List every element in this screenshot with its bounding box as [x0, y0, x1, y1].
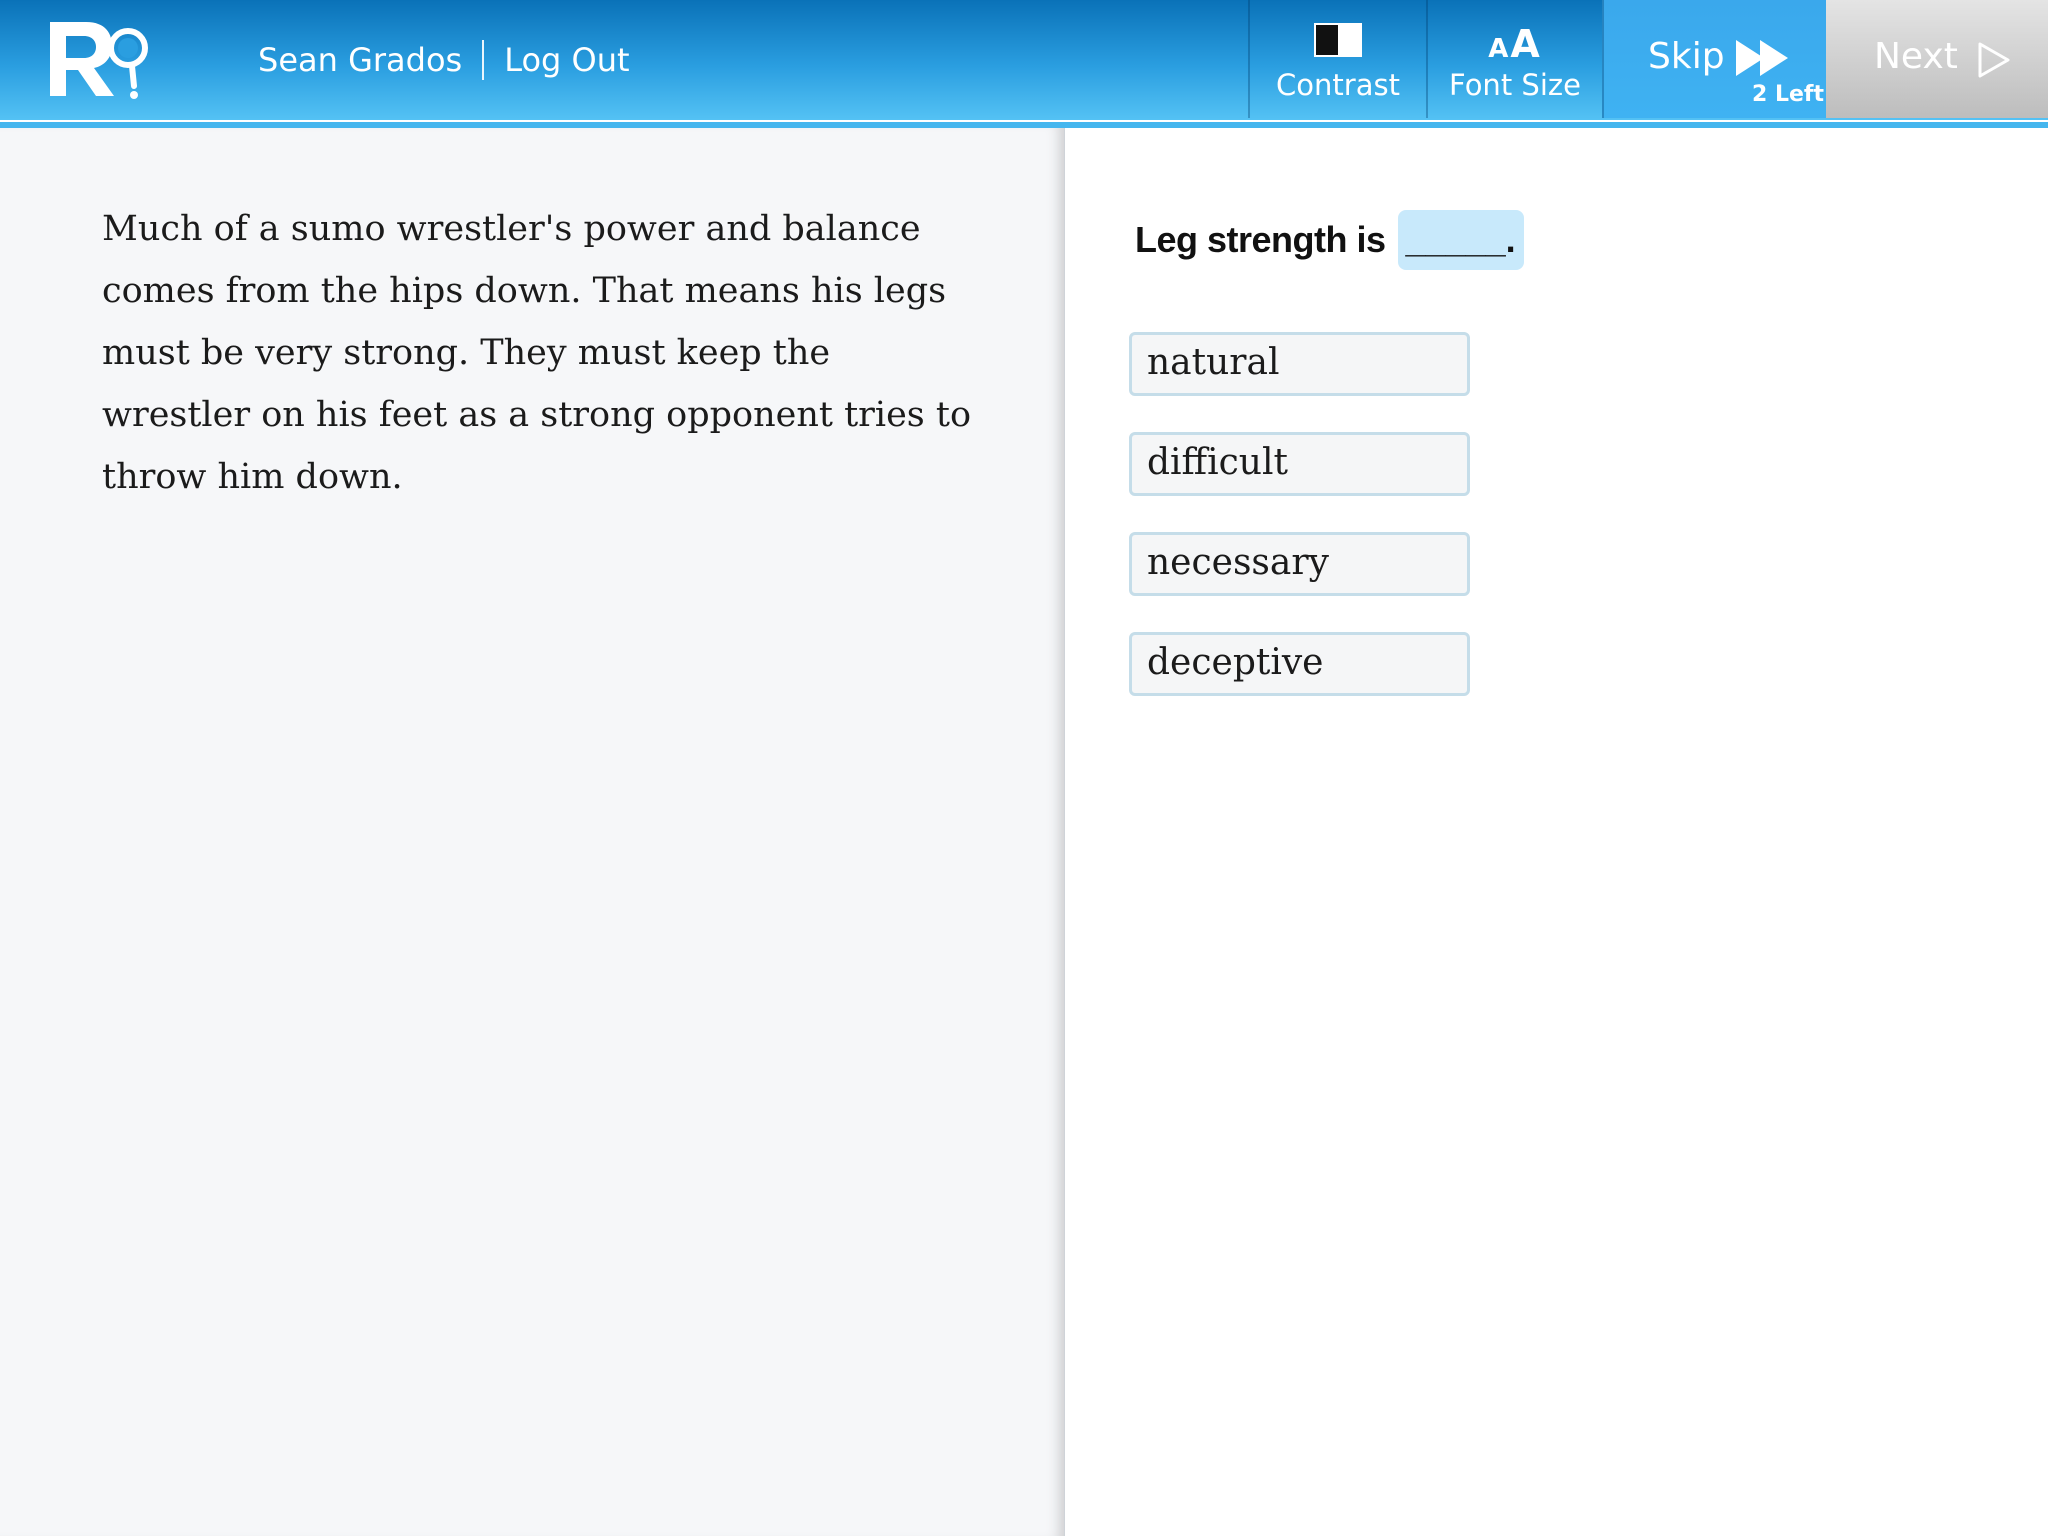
question-prompt: Leg strength is _____.	[1135, 210, 1524, 270]
question-panel: Leg strength is _____. natural difficult…	[1065, 128, 2048, 1536]
skip-label: Skip	[1648, 36, 1725, 77]
user-nav: Sean Grados Log Out	[258, 38, 630, 82]
choice-necessary[interactable]: necessary	[1129, 532, 1470, 596]
contrast-button[interactable]: Contrast	[1248, 0, 1426, 118]
nav-divider	[482, 40, 485, 80]
next-label: Next	[1874, 36, 1958, 77]
logo-icon	[46, 22, 156, 102]
choice-difficult[interactable]: difficult	[1129, 432, 1470, 496]
play-arrow-icon	[1978, 42, 2010, 82]
logout-link[interactable]: Log Out	[504, 41, 629, 79]
answer-blank[interactable]: _____.	[1397, 210, 1524, 270]
next-button[interactable]: Next	[1826, 0, 2048, 118]
contrast-icon	[1314, 23, 1362, 64]
passage-text: Much of a sumo wrestler's power and bala…	[102, 209, 972, 497]
font-size-icon: AA	[1488, 22, 1542, 66]
contrast-label: Contrast	[1276, 68, 1400, 102]
user-name: Sean Grados	[258, 41, 463, 79]
choice-deceptive[interactable]: deceptive	[1129, 632, 1470, 696]
question-text: Leg strength is	[1135, 219, 1386, 260]
top-toolbar: Sean Grados Log Out Contrast AA Font Siz…	[0, 0, 2048, 120]
choice-natural[interactable]: natural	[1129, 332, 1470, 396]
header-divider	[0, 120, 2048, 128]
font-size-button[interactable]: AA Font Size	[1426, 0, 1602, 118]
fast-forward-icon	[1736, 40, 1792, 80]
passage-panel: Much of a sumo wrestler's power and bala…	[0, 128, 1065, 1536]
font-size-label: Font Size	[1449, 68, 1581, 102]
skip-remaining-count: 2 Left	[1752, 82, 1824, 107]
skip-button[interactable]: Skip 2 Left	[1602, 0, 1826, 118]
